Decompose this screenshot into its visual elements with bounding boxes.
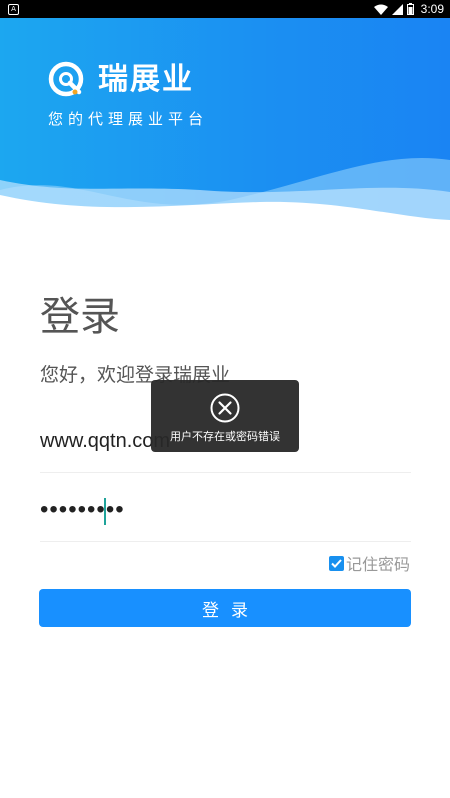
status-left: A [8, 3, 19, 15]
signal-icon [391, 3, 403, 15]
notification-app-icon: A [8, 3, 19, 15]
text-cursor [104, 498, 106, 525]
header-waves [0, 158, 450, 230]
status-time: 3:09 [420, 2, 444, 16]
remember-checkbox[interactable] [328, 555, 344, 571]
brand-name: 瑞展业 [98, 62, 194, 97]
brand-logo-icon [48, 61, 84, 97]
login-title: 登录 [40, 294, 120, 340]
remember-password-label: 记住密码 [345, 555, 410, 574]
brand-slogan: 您的代理展业平台 [48, 110, 209, 128]
battery-icon [406, 3, 414, 15]
error-toast: 用户不存在或密码错误 [151, 380, 299, 452]
password-field-container [40, 482, 411, 542]
password-input[interactable] [40, 482, 411, 538]
status-bar: A 3:09 [0, 0, 450, 18]
close-circle-icon [210, 393, 240, 423]
brand-logo-row: 瑞展业 [46, 59, 194, 101]
toast-message: 用户不存在或密码错误 [170, 430, 280, 443]
checkmark-icon [331, 558, 342, 568]
login-button[interactable]: 登录 [39, 589, 411, 627]
header-banner: 瑞展业 您的代理展业平台 [0, 18, 450, 230]
wifi-icon [373, 4, 388, 15]
remember-password-toggle[interactable]: 记住密码 [328, 551, 410, 575]
status-right: 3:09 [373, 2, 444, 16]
